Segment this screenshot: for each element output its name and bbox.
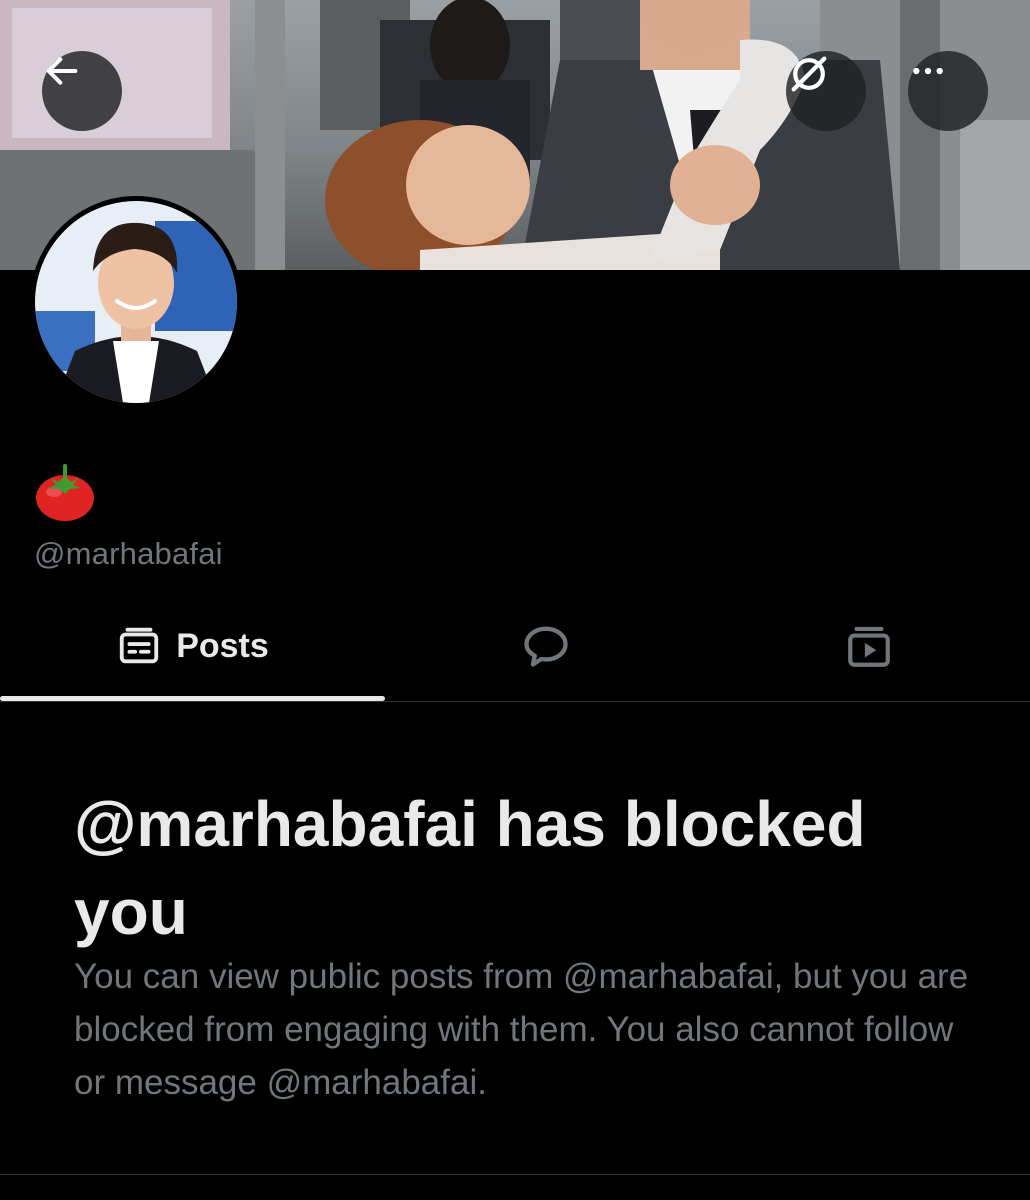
replies-icon (523, 626, 568, 667)
tomato-emoji-icon (36, 464, 94, 521)
arrow-left-icon (46, 57, 78, 85)
tab-posts[interactable]: Posts (0, 596, 385, 696)
profile-tabs: Posts (0, 596, 1030, 702)
tabs-divider (0, 701, 1030, 702)
grok-icon (791, 56, 827, 92)
blocked-notice-body: You can view public posts from @marhabaf… (74, 957, 969, 1102)
more-options-button[interactable] (908, 51, 988, 131)
media-icon (847, 626, 890, 667)
more-horizontal-icon (913, 67, 943, 75)
profile-avatar[interactable] (30, 196, 242, 408)
profile-handle: @marhabafai (34, 536, 223, 571)
posts-icon (120, 627, 159, 664)
back-button[interactable] (42, 51, 122, 131)
display-name (34, 462, 98, 522)
avatar-image (35, 201, 237, 403)
blocked-notice-title: @marhabafai has blocked you (74, 788, 866, 948)
grok-button[interactable] (786, 51, 866, 131)
tab-media[interactable] (676, 596, 1030, 696)
tab-posts-label: Posts (176, 626, 269, 665)
bottom-divider (0, 1174, 1030, 1175)
